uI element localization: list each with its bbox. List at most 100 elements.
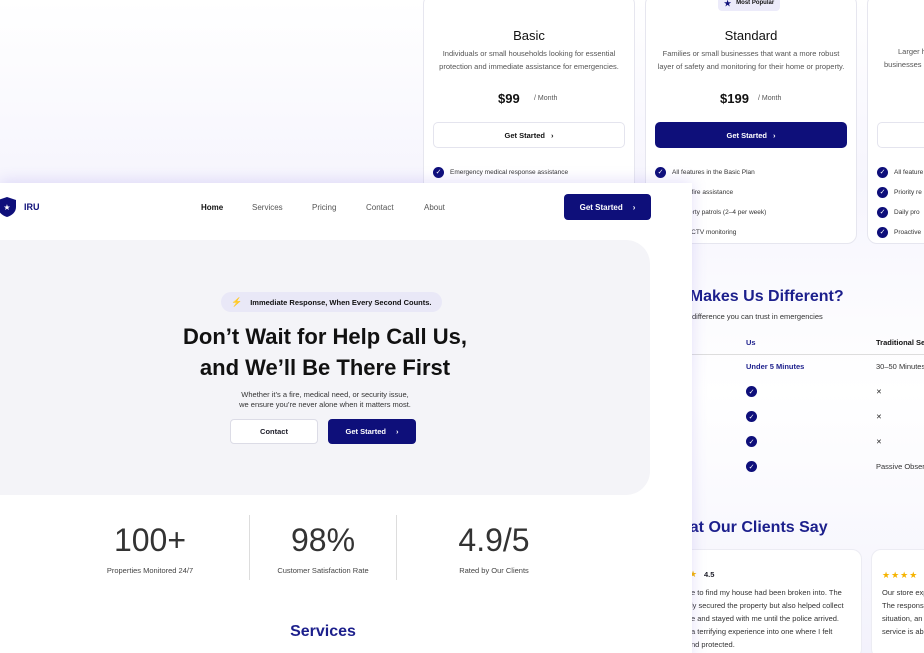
- plan-title: Basic: [513, 28, 545, 43]
- testimonial-line: Our store exp: [882, 588, 924, 597]
- get-started-button[interactable]: Get Started ›: [328, 419, 416, 444]
- comparison-header: Us Traditional Se: [690, 338, 924, 355]
- hero-tagline-pill: ⚡ Immediate Response, When Every Second C…: [221, 292, 442, 312]
- front-page-preview: ★ IRU Home Services Pricing Contact Abou…: [0, 183, 692, 653]
- check-icon: ✓: [877, 226, 888, 238]
- hero-section: ⚡ Immediate Response, When Every Second C…: [0, 240, 650, 495]
- section-title: Services: [290, 623, 356, 640]
- get-started-button[interactable]: Get Started ›: [433, 122, 625, 148]
- hero-title-line: and We’ll Be There First: [199, 355, 451, 380]
- plan-feature: ✓ Proactive: [877, 222, 924, 242]
- nav-services[interactable]: Services: [252, 203, 283, 212]
- chevron-right-icon: ›: [395, 427, 399, 436]
- comparison-cell: Passive Observ: [876, 462, 924, 471]
- cross-icon: ✕: [876, 414, 882, 421]
- pricing-card-premium: Larger h businesses ✓ All feature ✓ Priori…: [867, 0, 924, 244]
- feature-label: Priority re: [894, 188, 922, 196]
- stat-label: Customer Satisfaction Rate: [277, 566, 369, 575]
- plan-feature: ✓ Priority re: [877, 182, 924, 202]
- check-icon: ✓: [433, 166, 444, 178]
- plan-price: $199: [720, 91, 749, 106]
- stat-label: Rated by Our Clients: [459, 566, 529, 575]
- rating-stars: ★★★★: [882, 570, 919, 580]
- check-icon: ✓: [746, 461, 757, 472]
- column-header-traditional: Traditional Se: [876, 338, 924, 347]
- cross-icon: ✕: [876, 389, 882, 396]
- stat-value: 100+: [113, 522, 187, 558]
- plan-period: / Month: [758, 95, 782, 102]
- check-icon: ✓: [655, 166, 666, 178]
- most-popular-badge: ★ Most Popular: [718, 0, 781, 11]
- rating-value: 4.5: [704, 570, 715, 579]
- badge-label: Most Popular: [736, 0, 775, 6]
- check-icon: ✓: [877, 206, 888, 218]
- check-icon: ✓: [746, 436, 757, 447]
- feature-label: Daily pro: [894, 208, 920, 216]
- section-title: hat Our Clients Say: [680, 519, 828, 536]
- check-icon: ✓: [746, 411, 757, 422]
- chevron-right-icon: ›: [550, 130, 554, 140]
- nav-about[interactable]: About: [424, 203, 445, 212]
- check-icon: ✓: [746, 386, 757, 397]
- hero-title-line: Don’t Wait for Help Call Us,: [183, 324, 467, 349]
- get-started-button[interactable]: [877, 122, 924, 148]
- button-label: Get Started: [345, 427, 386, 436]
- divider: [396, 515, 397, 580]
- nav-pricing[interactable]: Pricing: [312, 203, 336, 212]
- shield-logo-icon[interactable]: ★: [0, 194, 18, 220]
- testimonial-line: The respons: [882, 601, 924, 610]
- feature-label: All feature: [894, 168, 924, 176]
- lightning-icon: ⚡: [231, 296, 243, 307]
- nav-contact[interactable]: Contact: [366, 203, 394, 212]
- svg-text:★: ★: [3, 203, 10, 212]
- hero-subtitle-line: Whether it’s a fire, medical need, or se…: [241, 390, 409, 399]
- section-subtitle: difference you can trust in emergencies: [692, 312, 823, 321]
- testimonial-line: e and stayed with me until the police ar…: [691, 614, 839, 623]
- plan-period: / Month: [534, 95, 558, 102]
- check-icon: ✓: [877, 186, 888, 198]
- nav-get-started-button[interactable]: Get Started ›: [564, 194, 651, 220]
- star-icon: ★: [724, 0, 732, 8]
- stat-label: Properties Monitored 24/7: [106, 566, 194, 575]
- chevron-right-icon: ›: [772, 130, 776, 140]
- comparison-cell: 30–50 Minutes: [876, 362, 924, 371]
- plan-description: Families or small businesses that want a…: [657, 49, 845, 71]
- stat-value: 98%: [290, 522, 356, 558]
- plan-feature: ✓ All feature: [877, 162, 924, 182]
- testimonial-text: Our store exp The respons situation, an …: [882, 586, 924, 638]
- testimonial-line: a terrifying experience into one where I…: [691, 627, 833, 636]
- hero-subtitle-line: we ensure you’re never alone when it mat…: [239, 400, 411, 409]
- testimonial-line: service is abs: [882, 627, 924, 636]
- testimonial-line: situation, an: [882, 614, 923, 623]
- plan-feature: ✓ Daily pro: [877, 202, 924, 222]
- feature-label: All features in the Basic Plan: [672, 168, 755, 176]
- button-label: Get Started: [504, 130, 545, 140]
- testimonial-line: ly secured the property but also helped …: [691, 601, 844, 610]
- plan-description: Individuals or small households looking …: [439, 49, 619, 71]
- stat-value: 4.9/5: [458, 522, 530, 558]
- comparison-cell: Under 5 Minutes: [746, 362, 805, 371]
- brand-name[interactable]: IRU: [24, 202, 40, 212]
- button-label: Get Started: [726, 130, 767, 140]
- feature-label: Emergency medical response assistance: [450, 168, 569, 176]
- plan-description: Larger h: [898, 47, 924, 56]
- plan-feature: ✓ Emergency medical response assistance: [433, 162, 626, 182]
- testimonial-card: ★★★★ Our store exp The respons situation…: [871, 549, 924, 653]
- cross-icon: ✕: [876, 439, 882, 446]
- nav-home[interactable]: Home: [201, 203, 223, 212]
- chevron-right-icon: ›: [632, 202, 636, 212]
- contact-button[interactable]: Contact: [230, 419, 318, 444]
- plan-feature: ✓ All features in the Basic Plan: [655, 162, 848, 182]
- section-title: t Makes Us Different?: [680, 288, 844, 305]
- plan-title: Standard: [724, 28, 778, 43]
- testimonial-line: e to find my house had been broken into.…: [691, 588, 842, 597]
- plan-price: $99: [498, 91, 520, 106]
- feature-label: Proactive: [894, 228, 922, 236]
- pill-label: Immediate Response, When Every Second Co…: [250, 297, 432, 307]
- testimonial-line: nd protected.: [691, 640, 735, 649]
- testimonial-text: e to find my house had been broken into.…: [691, 586, 861, 651]
- plan-description: businesses: [884, 60, 922, 69]
- button-label: Get Started: [579, 202, 623, 212]
- column-header-us: Us: [746, 338, 756, 347]
- get-started-button[interactable]: Get Started ›: [655, 122, 847, 148]
